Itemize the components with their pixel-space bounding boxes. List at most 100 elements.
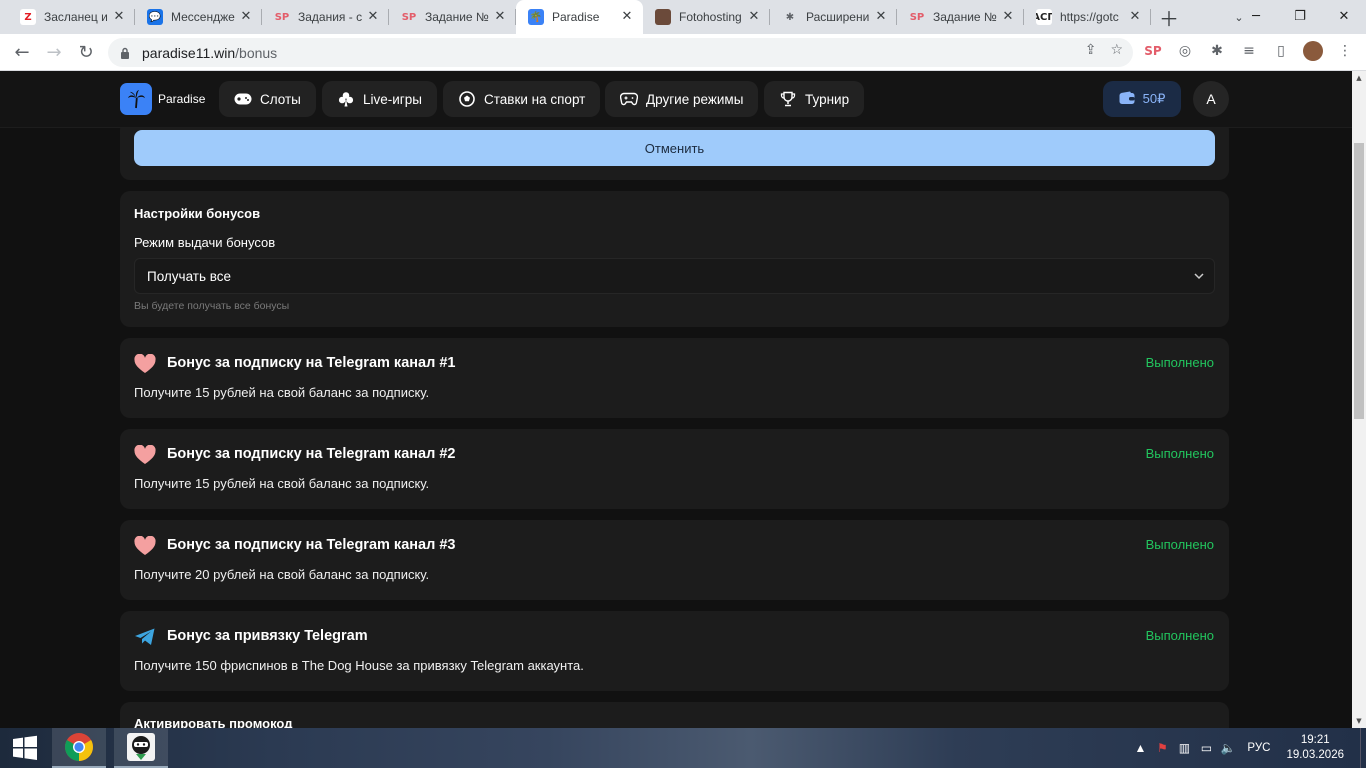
nav-slots-label: Слоты [260,91,301,107]
forward-button[interactable]: → [38,36,70,68]
puzzle-extensions-icon[interactable]: ✱ [1206,39,1228,63]
tab-separator [1150,9,1151,25]
ninja-app-icon [127,733,155,761]
tab-close-icon[interactable]: ✕ [365,9,381,25]
tab-title: Расширени [806,10,870,24]
taskbar-app-2[interactable] [114,728,168,768]
tab-close-icon[interactable]: ✕ [619,9,635,25]
bonus-description: Получите 15 рублей на свой баланс за под… [134,476,430,491]
page-scrollbar[interactable]: ▲ ▼ [1352,71,1366,728]
tab-close-icon[interactable]: ✕ [1127,9,1143,25]
tray-monitor-icon[interactable]: ▭ [1195,741,1217,755]
tab-close-icon[interactable]: ✕ [746,9,762,25]
taskbar-chrome[interactable] [52,728,106,768]
browser-tab[interactable]: SP Задания - с ✕ [262,0,389,34]
telegram-icon [134,627,156,647]
windows-start-button[interactable] [0,728,50,768]
browser-tab[interactable]: ✱ Расширени ✕ [770,0,897,34]
browser-tab[interactable]: 💬 Мессендже ✕ [135,0,262,34]
heart-icon [134,353,156,374]
reload-button[interactable]: ↻ [70,36,102,68]
scrollbar-thumb[interactable] [1354,143,1364,419]
bonus-title: Бонус за привязку Telegram [167,628,368,644]
browser-tab-strip: Z Засланец и ✕ 💬 Мессендже ✕ SP Задания - с ✕ SP З… [0,0,1366,34]
tab-close-icon[interactable]: ✕ [492,9,508,25]
show-desktop-button[interactable] [1360,728,1366,768]
tab-close-icon[interactable]: ✕ [111,9,127,25]
tray-network-warning-icon[interactable]: ⚑ [1151,741,1173,755]
avatar-letter: A [1206,91,1216,107]
nav-live-games-label: Live-игры [363,91,422,107]
lock-icon[interactable] [120,46,134,60]
bonus-card-telegram-link: Бонус за привязку Telegram Выполнено Пол… [120,611,1229,691]
side-panel-icon[interactable]: ▯ [1270,39,1292,63]
tab-title: https://gotc [1060,10,1119,24]
back-button[interactable]: ← [6,36,38,68]
nav-tournament-label: Турнир [805,91,850,107]
browser-menu-icon[interactable]: ⋮ [1334,39,1356,63]
tab-close-icon[interactable]: ✕ [238,9,254,25]
input-language[interactable]: РУС [1247,742,1270,754]
minimize-button[interactable]: ─ [1234,0,1278,32]
bonus-card-telegram-2: Бонус за подписку на Telegram канал #2 В… [120,429,1229,509]
nav-other-modes[interactable]: Другие режимы [605,81,759,117]
nav-live-games[interactable]: Live-игры [322,81,437,117]
windows-logo-icon [13,735,37,760]
bonus-description: Получите 15 рублей на свой баланс за под… [134,385,430,400]
tab-title: Fotohosting [679,10,742,24]
scroll-up-arrow-icon[interactable]: ▲ [1352,71,1366,85]
controller-icon [620,90,638,108]
tray-expand-icon[interactable]: ▲ [1129,741,1151,755]
trophy-icon [779,90,797,108]
tab-list: Z Засланец и ✕ 💬 Мессендже ✕ SP Задания - с ✕ SP З… [0,0,1151,34]
nav-tournament[interactable]: Турнир [764,81,865,117]
tab-favicon-icon: SP [401,9,417,25]
browser-tab[interactable]: Z Засланец и ✕ [8,0,135,34]
taskbar-clock[interactable]: 19:21 19.03.2026 [1286,733,1344,763]
bonus-status: Выполнено [1145,446,1214,461]
browser-tab[interactable]: Fotohosting ✕ [643,0,770,34]
tray-device-icon[interactable]: ▥ [1173,741,1195,755]
cancel-card: Отменить [120,128,1229,180]
club-icon [337,90,355,108]
bonus-description: Получите 20 рублей на свой баланс за под… [134,567,430,582]
tab-favicon-icon: 💬 [147,9,163,25]
chevron-down-icon [1192,269,1206,283]
speaker-icon[interactable]: 🔈 [1217,741,1239,755]
address-bar[interactable]: paradise11.win/bonus ⇪ ☆ [108,38,1133,67]
site-header: Paradise Слоты Live-игры Ставки на спорт… [0,71,1352,128]
browser-tab[interactable]: SP Задание № ✕ [389,0,516,34]
nav-slots[interactable]: Слоты [219,81,316,117]
balance-amount: 50₽ [1142,91,1166,106]
window-controls: ─ ❐ ✕ [1234,0,1366,32]
heart-icon [134,535,156,556]
site-logo[interactable]: Paradise [120,83,205,115]
user-avatar[interactable]: A [1193,81,1229,117]
bonus-status: Выполнено [1145,628,1214,643]
nav-sports-betting[interactable]: Ставки на спорт [443,81,601,117]
wallet-balance-button[interactable]: 50₽ [1103,81,1181,117]
cancel-button[interactable]: Отменить [134,130,1215,166]
share-icon[interactable]: ⇪ [1085,42,1097,58]
sp-extension-icon[interactable]: SP [1142,39,1164,63]
new-tab-button[interactable]: ＋ [1151,0,1187,34]
scroll-down-arrow-icon[interactable]: ▼ [1352,714,1366,728]
bonus-card-telegram-1: Бонус за подписку на Telegram канал #1 В… [120,338,1229,418]
compass-extension-icon[interactable]: ◎ [1174,39,1196,63]
tab-favicon-icon: ✱ [782,9,798,25]
browser-tab[interactable]: SP Задание № ✕ [897,0,1024,34]
tab-favicon-icon: АСП [1036,9,1052,25]
bonus-card-telegram-3: Бонус за подписку на Telegram канал #3 В… [120,520,1229,600]
bookmark-star-icon[interactable]: ☆ [1110,42,1123,58]
browser-tab[interactable]: АСП https://gotc ✕ [1024,0,1151,34]
heart-icon [134,444,156,465]
close-window-button[interactable]: ✕ [1322,0,1366,32]
maximize-button[interactable]: ❐ [1278,0,1322,32]
browser-tab[interactable]: 🌴 Paradise ✕ [516,0,643,34]
reading-list-icon[interactable]: ≡ [1238,39,1260,63]
tab-close-icon[interactable]: ✕ [873,9,889,25]
tab-close-icon[interactable]: ✕ [1000,9,1016,25]
bonus-mode-select[interactable]: Получать все [134,258,1215,294]
profile-avatar-icon[interactable] [1302,39,1324,63]
tab-favicon-icon [655,9,671,25]
